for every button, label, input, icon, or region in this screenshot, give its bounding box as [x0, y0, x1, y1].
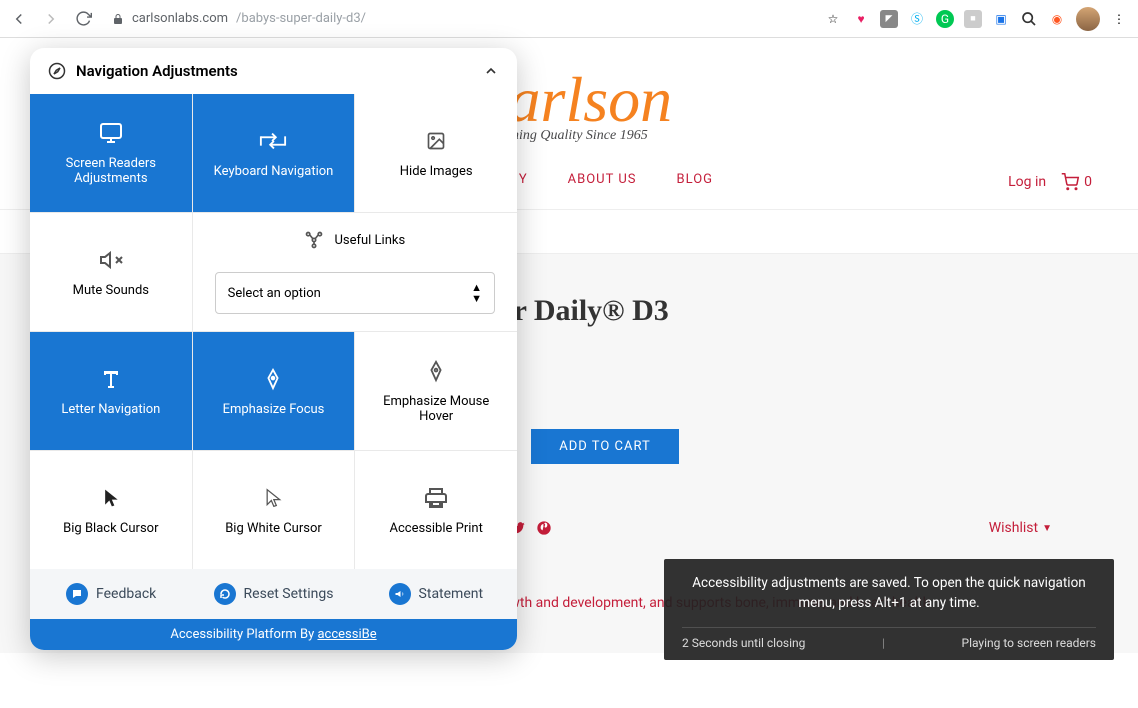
url-path: /babys-super-daily-d3/: [236, 11, 366, 26]
cell-big-white-cursor[interactable]: Big White Cursor: [193, 451, 355, 569]
pinterest-icon[interactable]: [536, 520, 552, 536]
rss-icon[interactable]: ◤: [880, 10, 898, 28]
cart-button[interactable]: 0: [1060, 173, 1092, 191]
browser-toolbar: carlsonlabs.com/babys-super-daily-d3/ ☆ …: [0, 0, 1138, 38]
add-to-cart-button[interactable]: ADD TO CART: [531, 429, 678, 464]
image-icon: [422, 128, 450, 154]
toast-notification: Accessibility adjustments are saved. To …: [664, 559, 1114, 661]
cell-accessible-print[interactable]: Accessible Print: [355, 451, 517, 569]
skype-icon[interactable]: Ⓢ: [908, 10, 926, 28]
accessibility-panel: Navigation Adjustments Screen Readers Ad…: [30, 48, 517, 650]
pen-icon: [259, 366, 287, 392]
wishlist-button[interactable]: Wishlist▼: [989, 520, 1052, 536]
nav-blog[interactable]: BLOG: [677, 172, 714, 187]
cursor-black-icon: [97, 485, 125, 511]
forward-button[interactable]: [42, 10, 60, 28]
account-bar: Log in 0: [1008, 173, 1092, 191]
network-icon: [304, 230, 324, 250]
cell-emphasize-hover[interactable]: Emphasize Mouse Hover: [355, 332, 517, 450]
nav-about[interactable]: ABOUT US: [568, 172, 637, 187]
useful-links-select[interactable]: Select an option ▲▼: [215, 272, 495, 314]
panel-footer: Feedback Reset Settings Statement: [30, 569, 517, 619]
tab-icon: [259, 128, 287, 154]
cart-icon: [1060, 173, 1080, 191]
profile-avatar[interactable]: [1076, 7, 1100, 31]
search-icon[interactable]: [1020, 10, 1038, 28]
refresh-icon: [214, 583, 236, 605]
printer-icon: [422, 485, 450, 511]
back-button[interactable]: [10, 10, 28, 28]
pen-outline-icon: [422, 358, 450, 384]
cart-count: 0: [1084, 174, 1092, 190]
cell-screen-readers[interactable]: Screen Readers Adjustments: [30, 94, 192, 212]
toast-message: Accessibility adjustments are saved. To …: [682, 573, 1096, 614]
letter-t-icon: [97, 366, 125, 392]
extension-icons: ☆ ♥ ◤ Ⓢ G ■ ▣ ◉ ⋮: [824, 7, 1128, 31]
login-link[interactable]: Log in: [1008, 174, 1046, 190]
collapse-icon[interactable]: [483, 63, 499, 79]
cell-mute-sounds[interactable]: Mute Sounds: [30, 213, 192, 331]
chat-icon: [66, 583, 88, 605]
cell-useful-links: Useful Links Select an option ▲▼: [193, 213, 517, 331]
reset-button[interactable]: Reset Settings: [192, 569, 354, 619]
compass-icon: [48, 62, 66, 80]
panel-credit: Accessibility Platform By accessiBe: [30, 619, 517, 650]
cell-letter-nav[interactable]: Letter Navigation: [30, 332, 192, 450]
megaphone-icon: [389, 583, 411, 605]
reload-button[interactable]: [74, 10, 92, 28]
cell-hide-images[interactable]: Hide Images: [355, 94, 517, 212]
cell-emphasize-focus[interactable]: Emphasize Focus: [193, 332, 355, 450]
statement-button[interactable]: Statement: [355, 569, 517, 619]
ext2-icon[interactable]: ▣: [992, 10, 1010, 28]
toast-status: Playing to screen readers: [962, 636, 1097, 650]
address-bar[interactable]: carlsonlabs.com/babys-super-daily-d3/: [106, 11, 810, 26]
heart-icon[interactable]: ♥: [852, 10, 870, 28]
ext-icon[interactable]: ■: [964, 10, 982, 28]
toast-countdown: 2 Seconds until closing: [682, 636, 805, 650]
feedback-button[interactable]: Feedback: [30, 569, 192, 619]
cell-keyboard-nav[interactable]: Keyboard Navigation: [193, 94, 355, 212]
caret-icon: ▲▼: [471, 282, 482, 304]
url-host: carlsonlabs.com: [132, 11, 228, 26]
accessibe-link[interactable]: accessiBe: [317, 627, 376, 642]
star-icon[interactable]: ☆: [824, 10, 842, 28]
useful-links-label: Useful Links: [334, 233, 405, 248]
mute-icon: [97, 247, 125, 273]
cursor-white-icon: [259, 485, 287, 511]
cell-big-black-cursor[interactable]: Big Black Cursor: [30, 451, 192, 569]
panel-title: Navigation Adjustments: [76, 62, 238, 80]
panel-grid: Screen Readers Adjustments Keyboard Navi…: [30, 94, 517, 569]
panel-header: Navigation Adjustments: [30, 48, 517, 94]
menu-icon[interactable]: ⋮: [1110, 10, 1128, 28]
grammarly-icon[interactable]: G: [936, 10, 954, 28]
lock-icon: [112, 13, 124, 25]
monitor-icon: [97, 120, 125, 146]
spiral-icon[interactable]: ◉: [1048, 10, 1066, 28]
